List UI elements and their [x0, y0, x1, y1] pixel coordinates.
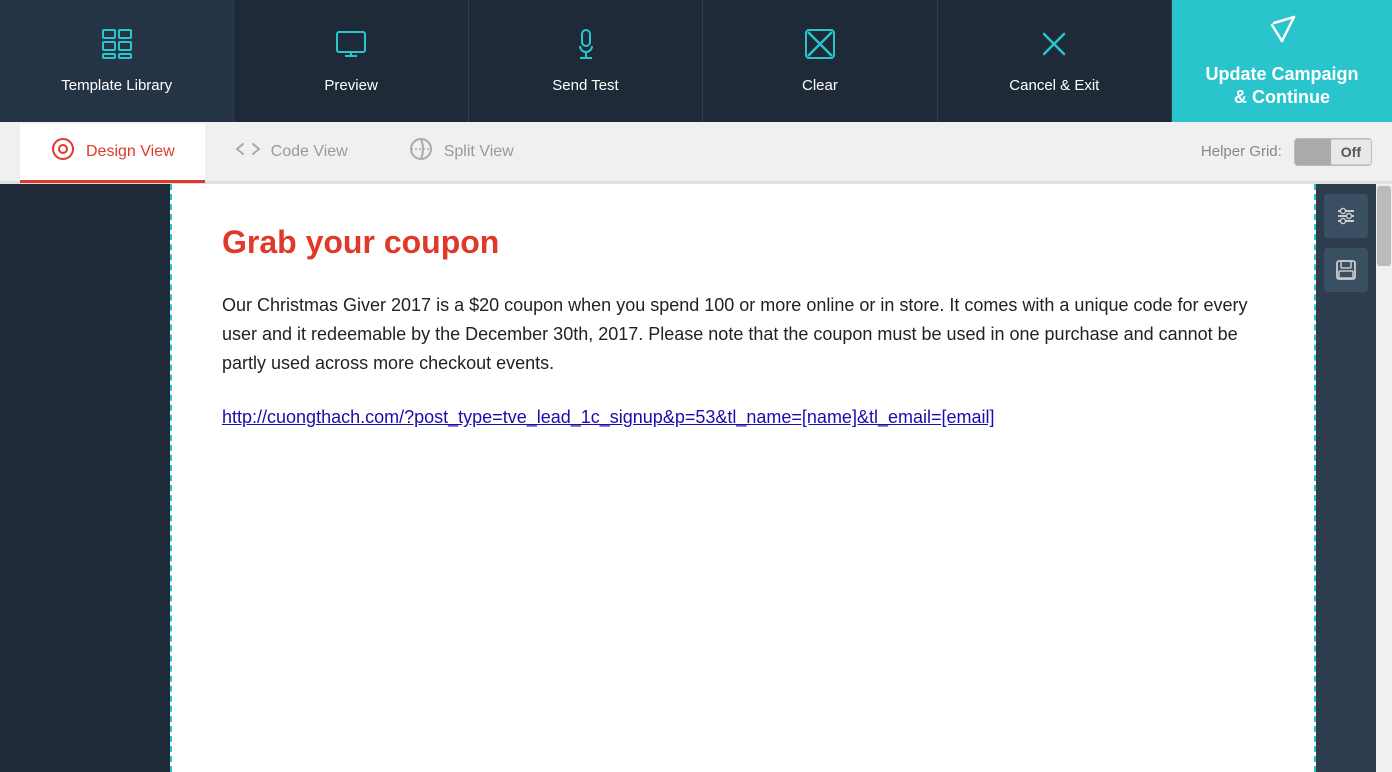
toolbar: Template Library Preview Send Test [0, 0, 1392, 122]
split-view-icon [408, 136, 434, 168]
tab-design-view[interactable]: Design View [20, 124, 205, 183]
template-library-button[interactable]: Template Library [0, 0, 234, 122]
tab-split-view[interactable]: Split View [378, 124, 544, 183]
design-view-label: Design View [86, 143, 175, 161]
send-test-button[interactable]: Send Test [469, 0, 703, 122]
update-campaign-button[interactable]: Update Campaign & Continue [1172, 0, 1392, 122]
send-test-label: Send Test [552, 77, 618, 94]
cancel-exit-label: Cancel & Exit [1009, 77, 1099, 94]
preview-icon [335, 28, 367, 67]
preview-label: Preview [324, 77, 377, 94]
preview-button[interactable]: Preview [234, 0, 468, 122]
scrollbar-thumb[interactable] [1377, 186, 1391, 266]
sidebar-settings-button[interactable] [1324, 194, 1368, 238]
helper-grid-control: Helper Grid: Off [1201, 138, 1372, 166]
template-library-icon [101, 28, 133, 67]
coupon-title: Grab your coupon [222, 224, 1264, 261]
sidebar-save-button[interactable] [1324, 248, 1368, 292]
cancel-exit-icon [1038, 28, 1070, 67]
design-view-icon [50, 136, 76, 168]
helper-grid-label: Helper Grid: [1201, 143, 1282, 160]
update-campaign-icon [1266, 13, 1298, 53]
coupon-body: Our Christmas Giver 2017 is a $20 coupon… [222, 291, 1264, 377]
toggle-track [1295, 139, 1331, 165]
clear-icon [804, 28, 836, 67]
tab-code-view[interactable]: Code View [205, 124, 378, 183]
canvas-content: Grab your coupon Our Christmas Giver 201… [172, 184, 1314, 772]
scrollbar[interactable] [1376, 184, 1392, 772]
template-library-label: Template Library [61, 77, 172, 94]
clear-label: Clear [802, 77, 838, 94]
toggle-label: Off [1331, 140, 1371, 164]
code-view-label: Code View [271, 143, 348, 161]
view-tabs-bar: Design View Code View Split View Helper … [0, 122, 1392, 184]
helper-grid-toggle[interactable]: Off [1294, 138, 1372, 166]
send-test-icon [570, 28, 602, 67]
cancel-exit-button[interactable]: Cancel & Exit [938, 0, 1172, 122]
right-sidebar [1316, 184, 1376, 772]
coupon-link[interactable]: http://cuongthach.com/?post_type=tve_lea… [222, 407, 1264, 428]
code-view-icon [235, 136, 261, 168]
update-campaign-label: Update Campaign & Continue [1206, 63, 1359, 110]
left-sidebar [0, 184, 170, 772]
clear-button[interactable]: Clear [703, 0, 937, 122]
main-area: Grab your coupon Our Christmas Giver 201… [0, 184, 1392, 772]
split-view-label: Split View [444, 143, 514, 161]
canvas-area[interactable]: Grab your coupon Our Christmas Giver 201… [170, 184, 1316, 772]
